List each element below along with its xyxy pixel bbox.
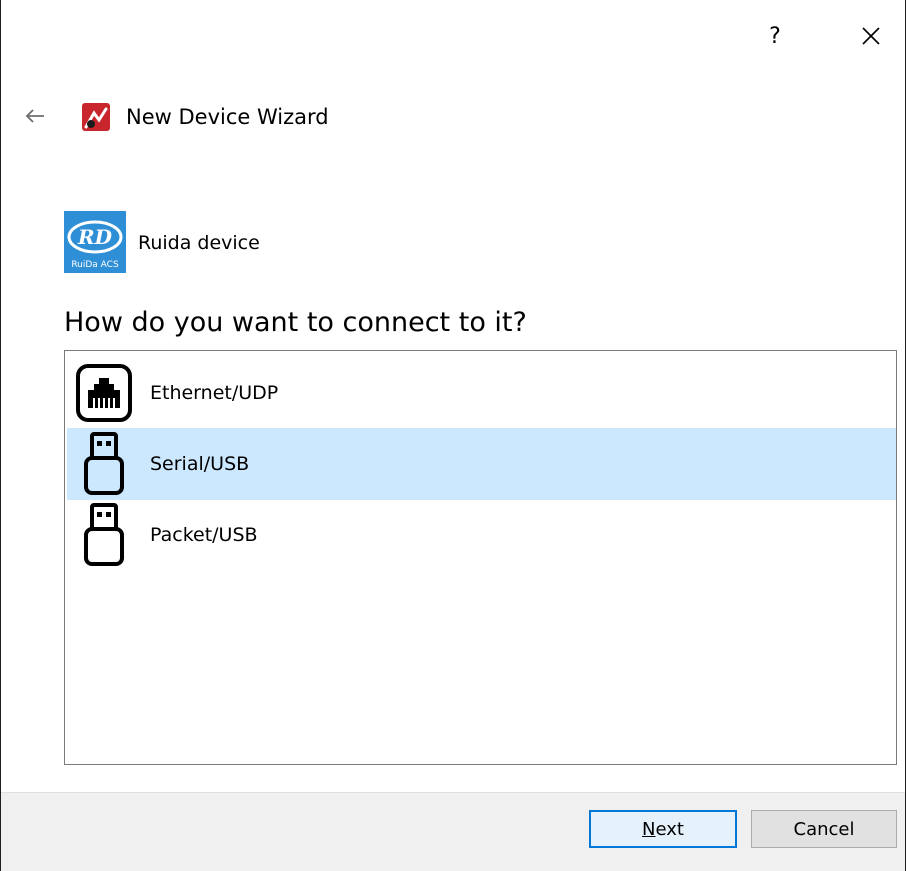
new-device-wizard-window: ? New Device Wizard RD RuiDa ACS Ruida d… [0,0,906,871]
list-item-packet-usb[interactable]: Packet/USB [67,499,896,571]
help-button[interactable]: ? [755,16,795,56]
device-label: Ruida device [138,232,260,254]
ethernet-port-icon [74,360,134,426]
back-button[interactable] [21,102,49,130]
list-item-label: Serial/USB [150,453,250,475]
list-item-label: Packet/USB [150,524,258,546]
next-button[interactable]: Next [589,810,737,848]
lightburn-app-icon [82,103,110,131]
next-label-rest: ext [655,818,684,840]
help-label: ? [769,23,781,49]
ruida-logo: RD RuiDa ACS [64,211,126,273]
list-item-label: Ethernet/UDP [150,382,279,404]
connection-question: How do you want to connect to it? [64,307,527,338]
connection-list[interactable]: Ethernet/UDP Serial/USB Packet/USB [64,350,897,765]
list-item-serial-usb[interactable]: Serial/USB [67,428,896,500]
close-icon [862,27,880,45]
next-mnemonic: N [642,818,656,840]
cancel-label: Cancel [793,818,855,840]
button-bar: Next Cancel [1,792,905,871]
cancel-button[interactable]: Cancel [751,810,897,848]
close-button[interactable] [851,16,891,56]
list-item-ethernet-udp[interactable]: Ethernet/UDP [67,357,896,429]
ruida-logo-letters: RD [77,225,113,249]
usb-plug-icon [74,502,134,568]
ruida-logo-caption: RuiDa ACS [71,260,119,270]
usb-plug-icon [74,431,134,497]
wizard-title: New Device Wizard [126,105,329,129]
back-arrow-icon [25,109,44,123]
